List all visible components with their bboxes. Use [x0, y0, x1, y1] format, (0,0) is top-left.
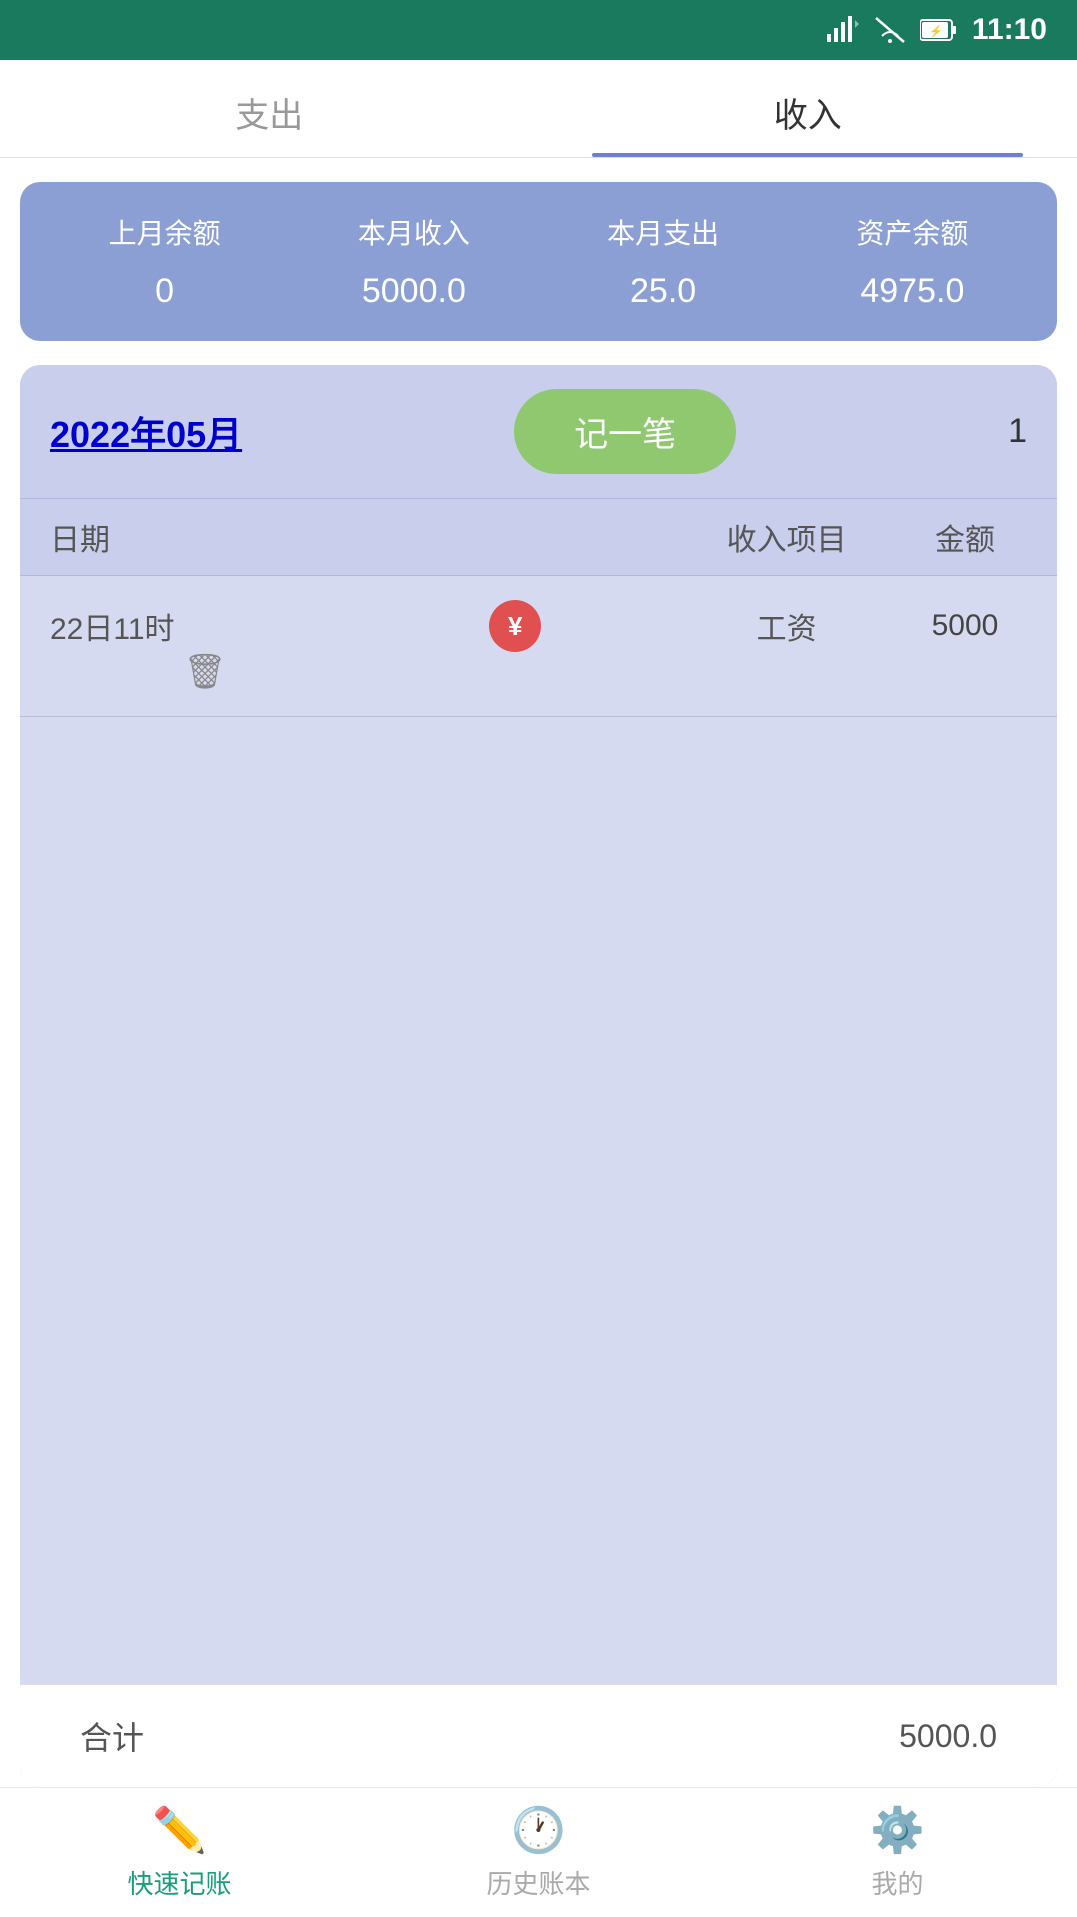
status-time: 11:10 [972, 13, 1047, 47]
th-icon [360, 515, 670, 559]
pencil-icon: ✏️ [152, 1804, 207, 1856]
td-amount: 5000 [903, 609, 1027, 643]
td-delete[interactable]: 🗑 [50, 652, 360, 692]
card-header: 2022年05月 记一笔 1 [20, 365, 1057, 498]
td-icon: ¥ [360, 600, 670, 652]
status-icons: ⚡ 11:10 [824, 13, 1047, 47]
summary-item-balance: 资产余额 4975.0 [856, 212, 968, 311]
summary-card: 上月余额 0 本月收入 5000.0 本月支出 25.0 资产余额 4975.0 [20, 182, 1057, 341]
td-category: 工资 [670, 604, 903, 648]
summary-item-expense: 本月支出 25.0 [607, 212, 719, 311]
battery-icon: ⚡ [920, 18, 958, 42]
footer-total: 合计 5000.0 [20, 1684, 1057, 1787]
tabs-bar: 支出 收入 [0, 60, 1077, 158]
gear-icon: ⚙️ [870, 1804, 925, 1856]
tab-income[interactable]: 收入 [539, 60, 1077, 157]
summary-item-prev-balance: 上月余额 0 [109, 212, 221, 311]
month-label[interactable]: 2022年05月 [50, 406, 242, 458]
nav-item-quick[interactable]: ✏️ 快速记账 [0, 1788, 359, 1917]
th-category: 收入项目 [670, 515, 903, 559]
total-value: 5000.0 [899, 1718, 997, 1755]
record-button[interactable]: 记一笔 [514, 389, 736, 474]
yuan-icon: ¥ [489, 600, 541, 652]
table-row: 22日11时 ¥ 工资 5000 🗑 [20, 576, 1057, 717]
delete-icon[interactable]: 🗑 [183, 652, 226, 692]
wifi-off-icon [874, 16, 906, 44]
summary-item-income: 本月收入 5000.0 [358, 212, 470, 311]
status-bar: ⚡ 11:10 [0, 0, 1077, 60]
signal-icon [824, 16, 860, 44]
table-header: 日期 收入项目 金额 [20, 498, 1057, 576]
tab-expense[interactable]: 支出 [0, 60, 539, 157]
nav-item-history[interactable]: 🕐 历史账本 [359, 1788, 718, 1917]
th-amount: 金额 [903, 515, 1027, 559]
nav-item-mine[interactable]: ⚙️ 我的 [718, 1788, 1077, 1917]
th-date: 日期 [50, 515, 360, 559]
svg-text:⚡: ⚡ [929, 25, 943, 38]
total-label: 合计 [80, 1713, 144, 1759]
main-card: 2022年05月 记一笔 1 日期 收入项目 金额 22日11时 ¥ 工资 50… [20, 365, 1057, 1787]
clock-icon: 🕐 [511, 1804, 566, 1856]
td-date: 22日11时 [50, 604, 360, 648]
bottom-nav: ✏️ 快速记账 🕐 历史账本 ⚙️ 我的 [0, 1787, 1077, 1917]
count-badge: 1 [1008, 412, 1027, 451]
table-body: 22日11时 ¥ 工资 5000 🗑 [20, 576, 1057, 1684]
